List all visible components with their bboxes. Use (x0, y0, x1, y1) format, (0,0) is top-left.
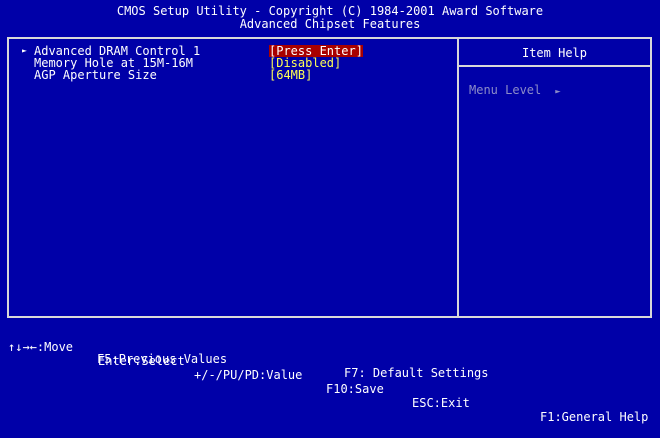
setting-row-agp-aperture[interactable]: AGP Aperture Size [64MB] (22, 69, 312, 81)
key-help: F1:General Help (540, 410, 649, 424)
key-legend: ↑↓→←:Move Enter:Select +/-/PU/PD:Value F… (0, 321, 660, 424)
submenu-pointer-icon: ► (22, 46, 27, 55)
panel-divider (457, 39, 459, 316)
help-divider (459, 65, 650, 67)
key-default-settings: F7: Default Settings (344, 366, 489, 380)
menu-level-arrow-icon: ► (555, 87, 561, 97)
key-exit: ESC:Exit (412, 396, 470, 410)
menu-level-label: Menu Level (469, 83, 542, 97)
settings-frame: ► Advanced DRAM Control 1 [Press Enter] … (7, 37, 652, 318)
menu-level: Menu Level ► (469, 83, 561, 97)
item-help-title: Item Help (521, 46, 588, 60)
page-title: Advanced Chipset Features (239, 17, 421, 31)
setting-label: AGP Aperture Size (34, 68, 157, 82)
key-previous-values: F5:Previous Values (97, 352, 228, 366)
setting-value[interactable]: [64MB] (269, 69, 312, 81)
settings-list: ► Advanced DRAM Control 1 [Press Enter] … (22, 45, 363, 81)
bios-header: CMOS Setup Utility - Copyright (C) 1984-… (0, 0, 660, 34)
